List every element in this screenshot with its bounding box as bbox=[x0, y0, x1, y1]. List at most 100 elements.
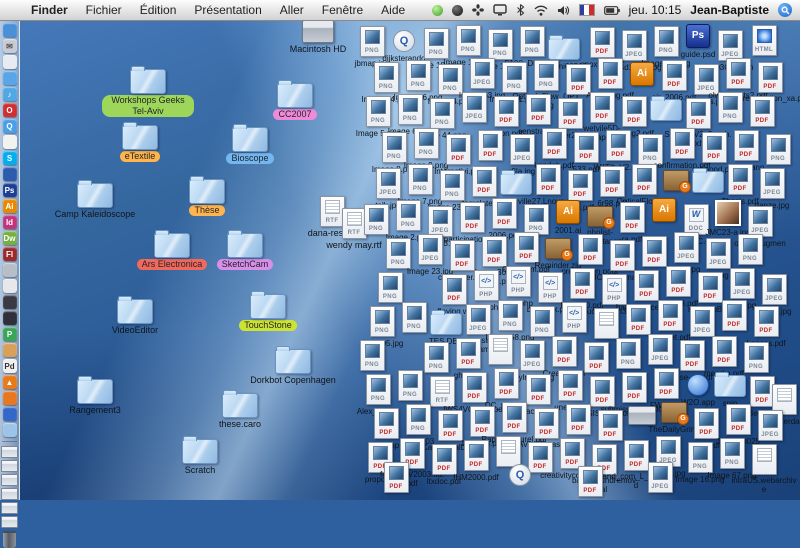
dock-adium-icon[interactable] bbox=[3, 167, 17, 181]
jpg-icon: JPEG bbox=[760, 168, 785, 199]
desktop-file[interactable]: HTML bbox=[730, 25, 798, 56]
dock-acrobat-icon[interactable] bbox=[3, 263, 17, 277]
airport-fan-icon[interactable] bbox=[472, 4, 484, 16]
pdf-icon: PDF bbox=[578, 466, 603, 497]
dock-minimized-window[interactable] bbox=[1, 474, 18, 486]
place-etextile[interactable]: eTextile bbox=[94, 120, 186, 162]
desktop-file[interactable]: PNG bbox=[722, 342, 790, 373]
menu-bar-user-name[interactable]: Jean-Baptiste bbox=[690, 3, 769, 17]
dock-pen-icon[interactable] bbox=[3, 407, 17, 421]
desktop[interactable]: Macintosh HDWorkshops Geeks Tel-AvivCC20… bbox=[0, 20, 800, 500]
sync-status-icon[interactable] bbox=[432, 5, 443, 16]
dock-documents-folder-icon[interactable] bbox=[3, 423, 17, 437]
dock-dreamweaver-icon[interactable]: Dw bbox=[3, 231, 17, 245]
menu-aide[interactable]: Aide bbox=[372, 3, 414, 17]
bigfolder-icon bbox=[154, 233, 190, 258]
trash-icon[interactable] bbox=[3, 531, 16, 548]
dock-divider bbox=[2, 441, 17, 442]
desktop-file[interactable]: PNG bbox=[744, 134, 800, 165]
battery-icon[interactable] bbox=[604, 6, 620, 15]
dock-grab-icon[interactable] bbox=[3, 311, 17, 325]
dock-vlc-icon[interactable]: ▲ bbox=[3, 375, 17, 389]
bigfolder-icon bbox=[232, 127, 268, 152]
input-language-flag-fr[interactable] bbox=[579, 4, 595, 16]
html-icon: HTML bbox=[752, 25, 777, 56]
menu-finder[interactable]: Finder bbox=[22, 3, 77, 17]
place-videoeditor[interactable]: VideoEditor bbox=[89, 294, 181, 335]
desktop-file[interactable]: intraUS.webarchive bbox=[730, 444, 798, 494]
icon-label: SketchCam bbox=[217, 259, 274, 270]
dock-illustrator-icon[interactable]: Ai bbox=[3, 199, 17, 213]
pdf-icon: PDF bbox=[754, 306, 779, 337]
dock-photoshop-icon[interactable]: Ps bbox=[3, 183, 17, 197]
place-touchstone[interactable]: TouchStone bbox=[222, 289, 314, 331]
icon-label: TouchStone bbox=[239, 320, 297, 331]
desktop-file[interactable]: PNG bbox=[716, 234, 784, 265]
menu-pr-sentation[interactable]: Présentation bbox=[185, 3, 270, 17]
dock-flash-icon[interactable]: Fl bbox=[3, 247, 17, 261]
png-icon: PNG bbox=[738, 234, 763, 265]
displays-icon[interactable] bbox=[493, 4, 507, 16]
place-cc2007[interactable]: CC2007 bbox=[249, 78, 341, 120]
wifi-icon[interactable] bbox=[534, 5, 548, 16]
desktop-file[interactable]: PDF bbox=[556, 466, 624, 497]
bigfolder-icon bbox=[275, 349, 311, 374]
dock-minimized-window[interactable] bbox=[1, 446, 18, 458]
place-these-caro[interactable]: these.caro bbox=[194, 388, 286, 429]
menu-bar: FinderFichierÉditionPrésentationAllerFen… bbox=[0, 0, 800, 21]
dock-ichat-icon[interactable] bbox=[3, 279, 17, 293]
desktop-file[interactable]: PDF bbox=[362, 462, 430, 493]
icon-label: Camp Kaleidoscope bbox=[55, 210, 136, 219]
bigfolder-icon bbox=[189, 179, 225, 204]
place-these[interactable]: Thèse bbox=[161, 174, 253, 216]
bigfolder-icon bbox=[250, 294, 286, 319]
dock-minimized-window[interactable] bbox=[1, 460, 18, 472]
menu-bar-clock[interactable]: jeu. 10:15 bbox=[629, 3, 682, 17]
dock-preview-icon[interactable] bbox=[3, 55, 17, 69]
dock-ical-icon[interactable] bbox=[3, 135, 17, 149]
dock-quicktime-icon[interactable]: Q bbox=[3, 119, 17, 133]
volume-icon[interactable] bbox=[557, 5, 570, 16]
dock-itunes-icon[interactable]: ♪ bbox=[3, 87, 17, 101]
dock-mail-icon[interactable]: ✉ bbox=[3, 39, 17, 53]
spotlight-icon[interactable] bbox=[778, 3, 792, 17]
dock-puredata-icon[interactable]: Pd bbox=[3, 359, 17, 373]
bluetooth-icon[interactable] bbox=[516, 4, 525, 16]
dock-colander-icon[interactable] bbox=[3, 391, 17, 405]
desktop-file[interactable]: PNG bbox=[356, 272, 424, 303]
place-dorkbot-copenhagen[interactable]: Dorkbot Copenhagen bbox=[247, 344, 339, 385]
bigfolder-icon bbox=[77, 379, 113, 404]
desktop-file[interactable]: JPEG bbox=[736, 410, 800, 441]
dock-indesign-icon[interactable]: Id bbox=[3, 215, 17, 229]
dock-minimized-window[interactable] bbox=[1, 516, 18, 528]
place-rangement3[interactable]: Rangement3 bbox=[49, 374, 141, 415]
menu-aller[interactable]: Aller bbox=[271, 3, 313, 17]
place-bioscope[interactable]: Bioscope bbox=[204, 122, 296, 164]
ink-status-icon[interactable] bbox=[452, 5, 463, 16]
desktop-file[interactable]: PNG bbox=[338, 340, 406, 371]
dock-terminal-icon[interactable] bbox=[3, 295, 17, 309]
dock-opera-icon[interactable]: O bbox=[3, 103, 17, 117]
place-sketchcam[interactable]: SketchCam bbox=[199, 228, 291, 270]
icon-label: CC2007 bbox=[273, 109, 316, 120]
menu-fichier[interactable]: Fichier bbox=[77, 3, 131, 17]
place-camp-kaleidoscope[interactable]: Camp Kaleidoscope bbox=[49, 178, 141, 219]
bigfolder-icon bbox=[227, 233, 263, 258]
dock-minimized-window[interactable] bbox=[1, 502, 18, 514]
place-workshops-geeks-tel-aviv[interactable]: Workshops Geeks Tel-Aviv bbox=[102, 64, 194, 117]
desktop-file[interactable]: Q bbox=[486, 464, 554, 486]
menu-fen-tre[interactable]: Fenêtre bbox=[313, 3, 372, 17]
bigfolder-icon bbox=[117, 299, 153, 324]
dock-minimized-window[interactable] bbox=[1, 488, 18, 500]
bigfolder-icon bbox=[122, 125, 158, 150]
dock-finder-icon[interactable] bbox=[3, 23, 17, 37]
dock-skype-icon[interactable]: S bbox=[3, 151, 17, 165]
place-scratch[interactable]: Scratch bbox=[154, 434, 246, 475]
menu--dition[interactable]: Édition bbox=[131, 3, 186, 17]
dock-vienna-icon[interactable] bbox=[3, 343, 17, 357]
dock-processing-icon[interactable]: P bbox=[3, 327, 17, 341]
desktop-file[interactable]: JPEG bbox=[626, 462, 694, 493]
desktop-file[interactable]: PDF bbox=[728, 96, 796, 127]
dock-safari-icon[interactable] bbox=[3, 71, 17, 85]
jpg-icon: JPEG bbox=[758, 410, 783, 441]
